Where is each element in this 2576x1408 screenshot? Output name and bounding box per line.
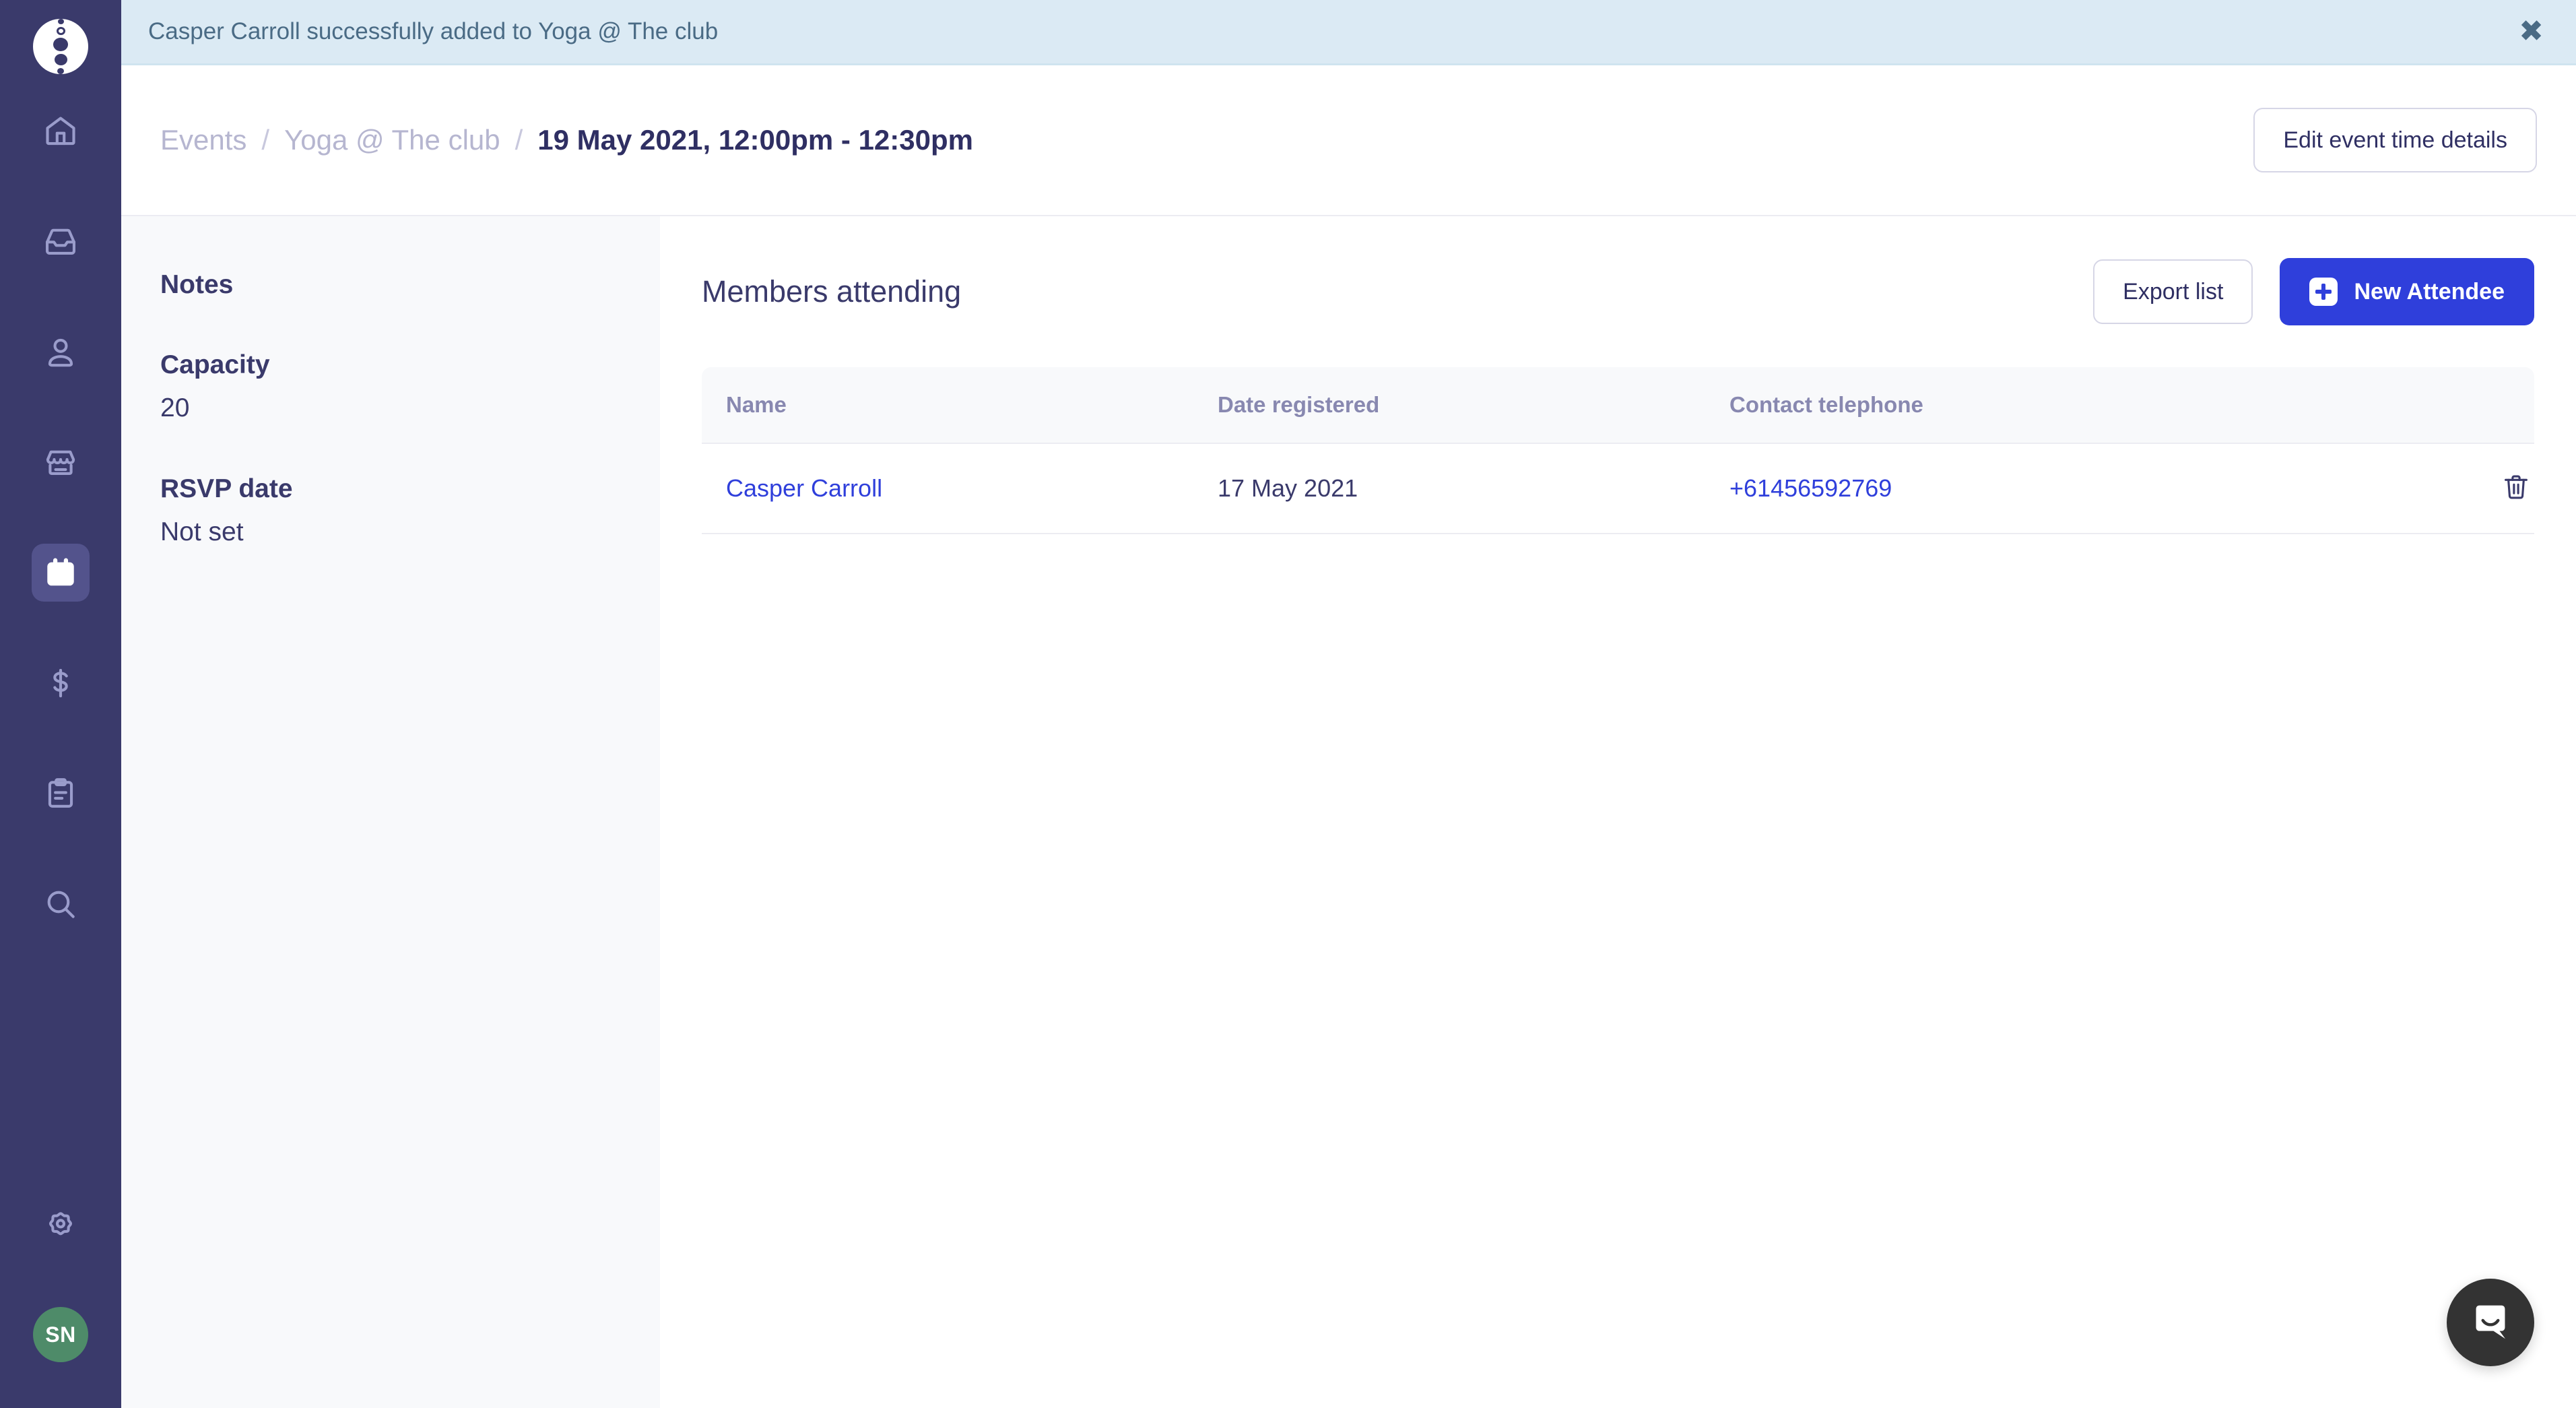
close-icon[interactable]: ✖: [2519, 17, 2544, 46]
rsvp-date-value: Not set: [160, 517, 244, 546]
new-attendee-button[interactable]: New Attendee: [2280, 258, 2534, 325]
intercom-messenger-button[interactable]: [2447, 1279, 2534, 1366]
cell-actions: [2352, 443, 2534, 534]
intercom-chat-icon: [2476, 1305, 2505, 1339]
delete-attendee-button[interactable]: [2498, 469, 2534, 505]
sidebar-item-search[interactable]: [32, 875, 90, 933]
clipboard-icon: [48, 778, 73, 808]
plus-icon: [2309, 278, 2338, 306]
logo-dot-5: [57, 68, 64, 74]
table-body: Casper Carroll 17 May 2021 +61456592769: [702, 443, 2534, 534]
edit-event-time-details-button[interactable]: Edit event time details: [2253, 108, 2537, 172]
new-attendee-label: New Attendee: [2354, 278, 2505, 305]
sidebar-item-inbox[interactable]: [32, 212, 90, 270]
column-header-date: Date registered: [1193, 367, 1705, 444]
main-header: Members attending Export list New Attend…: [702, 258, 2534, 325]
cell-name: Casper Carroll: [702, 443, 1193, 534]
sidebar-item-home[interactable]: [32, 102, 90, 160]
sidebar-item-members[interactable]: [32, 323, 90, 381]
logo-dot-2: [56, 27, 65, 36]
rsvp-date-label: RSVP date: [160, 474, 293, 503]
calendar-icon: [47, 558, 74, 586]
column-header-phone: Contact telephone: [1705, 367, 2352, 444]
logo-dot-3: [53, 38, 68, 52]
page-title: Members attending: [702, 274, 962, 309]
telephone-link[interactable]: +61456592769: [1729, 474, 1892, 502]
app-root: SN Casper Carroll successfully added to …: [0, 0, 2576, 1408]
user-icon: [48, 338, 73, 367]
sidebar-footer: SN: [0, 1195, 121, 1408]
page-header: Events / Yoga @ The club / 19 May 2021, …: [121, 65, 2576, 216]
capacity-label: Capacity: [160, 350, 270, 379]
cell-contact-telephone: +61456592769: [1705, 443, 2352, 534]
breadcrumb-separator-2: /: [515, 124, 523, 156]
trash-icon: [2505, 475, 2528, 499]
attendee-name-link[interactable]: Casper Carroll: [726, 474, 882, 502]
breadcrumb-current: 19 May 2021, 12:00pm - 12:30pm: [537, 124, 973, 156]
user-avatar[interactable]: SN: [33, 1307, 88, 1362]
sidebar-nav: [32, 102, 90, 986]
column-header-name: Name: [702, 367, 1193, 444]
export-list-button[interactable]: Export list: [2093, 259, 2253, 324]
notes-panel: Notes Capacity 20 RSVP date Not set: [121, 216, 660, 1408]
logo-dot-4: [54, 54, 67, 66]
gear-icon: [48, 1212, 73, 1236]
notes-title: Notes: [160, 270, 234, 299]
notification-banner: Casper Carroll successfully added to Yog…: [121, 0, 2576, 65]
store-icon: [46, 450, 75, 475]
inbox-icon: [46, 228, 75, 255]
breadcrumb-parent[interactable]: Yoga @ The club: [284, 124, 500, 156]
search-icon: [47, 891, 75, 918]
sidebar-item-reports[interactable]: [32, 765, 90, 823]
breadcrumb-events[interactable]: Events: [160, 124, 246, 156]
sidebar: SN: [0, 0, 121, 1408]
sidebar-item-store[interactable]: [32, 433, 90, 491]
breadcrumb-separator-1: /: [261, 124, 270, 156]
notification-message: Casper Carroll successfully added to Yog…: [148, 18, 719, 44]
attendees-table: Name Date registered Contact telephone C…: [702, 367, 2534, 534]
table-header: Name Date registered Contact telephone: [702, 367, 2534, 444]
home-icon: [46, 117, 75, 146]
app-logo[interactable]: [31, 17, 90, 76]
logo-icon: [33, 19, 88, 74]
column-header-actions: [2352, 367, 2534, 444]
table-header-row: Name Date registered Contact telephone: [702, 367, 2534, 444]
sidebar-item-payments[interactable]: [32, 654, 90, 712]
table-row: Casper Carroll 17 May 2021 +61456592769: [702, 443, 2534, 534]
cell-date-registered: 17 May 2021: [1193, 443, 1705, 534]
dollar-icon: [53, 668, 68, 698]
breadcrumb: Events / Yoga @ The club / 19 May 2021, …: [160, 124, 973, 156]
content-area: Casper Carroll successfully added to Yog…: [121, 0, 2576, 1408]
logo-dot-1: [57, 19, 64, 25]
body: Notes Capacity 20 RSVP date Not set Memb…: [121, 216, 2576, 1408]
sidebar-item-events[interactable]: [32, 544, 90, 602]
capacity-value: 20: [160, 393, 190, 422]
header-actions: Export list New Attendee: [2093, 258, 2534, 325]
main-panel: Members attending Export list New Attend…: [660, 216, 2576, 1408]
sidebar-item-settings[interactable]: [32, 1195, 90, 1253]
